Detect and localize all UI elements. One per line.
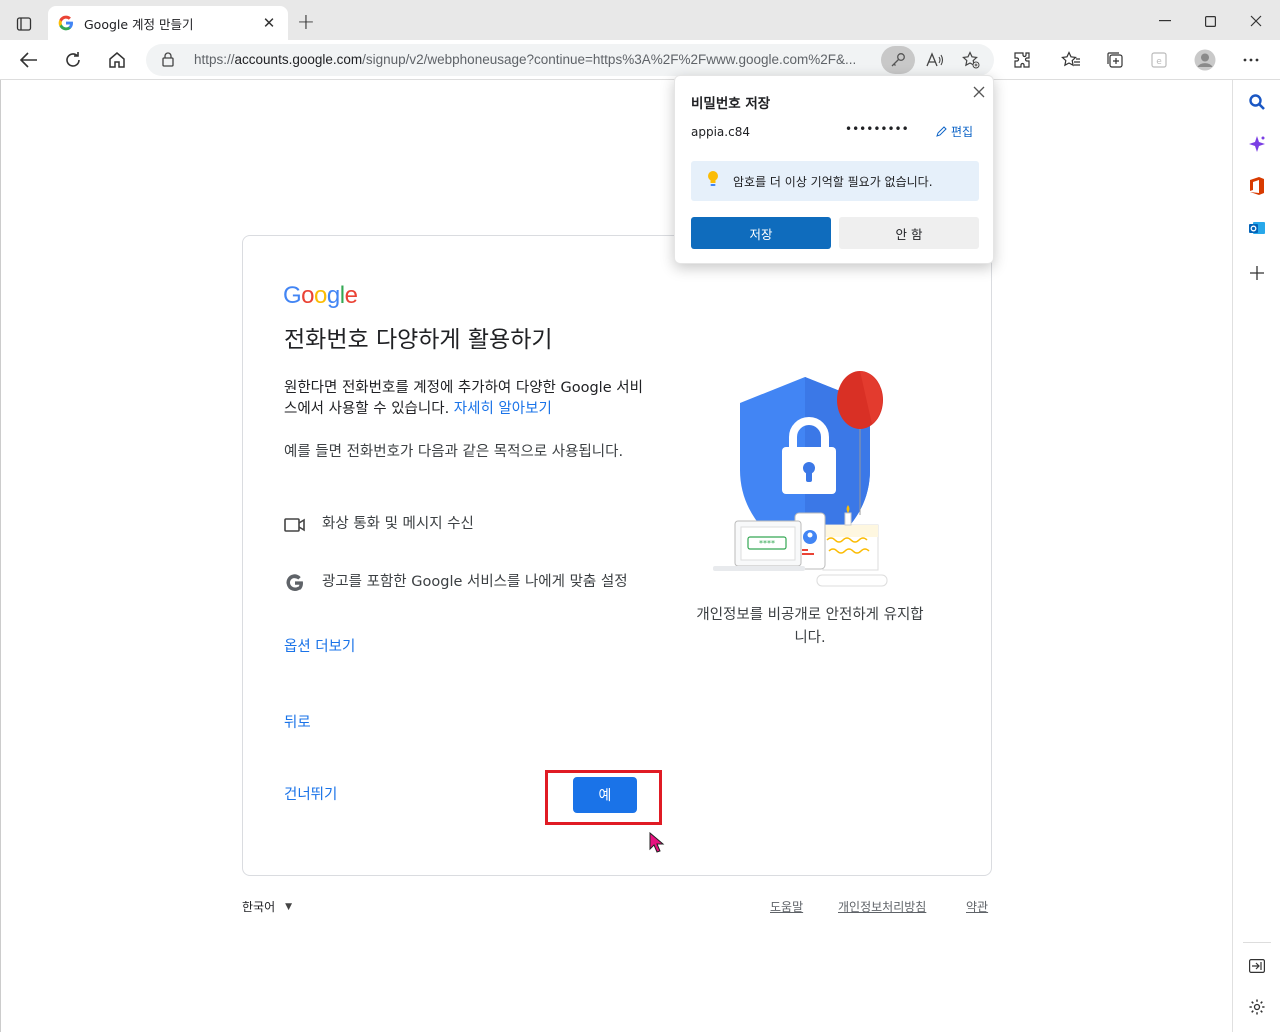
lightbulb-icon xyxy=(707,170,719,192)
never-save-button[interactable]: 안 함 xyxy=(839,217,979,249)
feature-label: 광고를 포함한 Google 서비스를 나에게 맞춤 설정 xyxy=(322,574,628,590)
ie-mode-icon[interactable]: e xyxy=(1145,46,1173,74)
video-camera-icon xyxy=(284,514,306,536)
more-options-link[interactable]: 옵션 더보기 xyxy=(284,635,355,656)
google-favicon-icon xyxy=(58,15,73,31)
extensions-icon[interactable] xyxy=(1008,46,1036,74)
illustration-code: **** xyxy=(759,539,775,548)
google-g-icon xyxy=(284,572,306,594)
help-link[interactable]: 도움말 xyxy=(770,898,803,915)
privacy-link[interactable]: 개인정보처리방침 xyxy=(838,898,926,915)
popup-title: 비밀번호 저장 xyxy=(691,96,771,112)
privacy-shield-illustration: **** xyxy=(713,371,888,587)
hide-sidebar-icon[interactable] xyxy=(1245,954,1269,978)
add-sidebar-icon[interactable] xyxy=(1245,261,1269,285)
dropdown-caret-icon: ▼ xyxy=(285,901,293,912)
copilot-sparkle-icon[interactable] xyxy=(1245,132,1269,156)
minimize-icon[interactable] xyxy=(1150,8,1180,34)
window-close-icon[interactable] xyxy=(1241,8,1271,34)
popup-edit-link[interactable]: 편집 xyxy=(935,123,973,140)
edge-sidebar xyxy=(1232,80,1280,1032)
terms-link[interactable]: 약관 xyxy=(966,898,988,915)
browser-tab[interactable]: Google 계정 만들기 ✕ xyxy=(48,6,288,40)
learn-more-link[interactable]: 자세히 알아보기 xyxy=(454,401,552,417)
profile-avatar-icon[interactable] xyxy=(1191,46,1219,74)
sidebar-divider xyxy=(1243,942,1271,943)
page-edge xyxy=(0,80,1,1032)
address-bar[interactable]: https://accounts.google.com/signup/v2/we… xyxy=(146,44,994,76)
feature-label: 화상 통화 및 메시지 수신 xyxy=(322,516,474,532)
back-link[interactable]: 뒤로 xyxy=(284,711,311,732)
popup-info-banner: 암호를 더 이상 기억할 필요가 없습니다. xyxy=(691,161,979,201)
skip-link[interactable]: 건너뛰기 xyxy=(284,783,337,804)
page-title: 전화번호 다양하게 활용하기 xyxy=(284,327,553,353)
home-icon[interactable] xyxy=(103,46,131,74)
collections-icon[interactable] xyxy=(1101,46,1129,74)
browser-toolbar: https://accounts.google.com/signup/v2/we… xyxy=(0,40,1280,80)
intro-text: 원한다면 전화번호를 계정에 추가하여 다양한 Google 서비스에서 사용할… xyxy=(284,380,643,417)
add-favorite-icon[interactable] xyxy=(959,48,983,72)
feature-video-call: 화상 통화 및 메시지 수신 xyxy=(284,514,637,536)
password-key-icon[interactable] xyxy=(881,46,915,74)
google-logo: Google xyxy=(283,282,358,309)
illustration-caption: 개인정보를 비공개로 안전하게 유지합니다. xyxy=(696,607,924,646)
tab-close-icon[interactable]: ✕ xyxy=(260,14,278,32)
back-arrow-icon[interactable] xyxy=(15,46,43,74)
search-icon[interactable] xyxy=(1245,90,1269,114)
settings-gear-icon[interactable] xyxy=(1245,995,1269,1019)
mouse-cursor-icon xyxy=(649,832,665,853)
language-label: 한국어 xyxy=(242,900,276,914)
refresh-icon[interactable] xyxy=(59,46,87,74)
tab-actions-icon[interactable] xyxy=(10,10,38,38)
pencil-icon xyxy=(936,125,947,137)
language-selector[interactable]: 한국어 ▼ xyxy=(242,898,292,915)
url-text[interactable]: https://accounts.google.com/signup/v2/we… xyxy=(194,52,884,67)
tab-strip: Google 계정 만들기 ✕ + xyxy=(0,0,1280,40)
popup-password-mask: ••••••••• xyxy=(845,122,909,136)
tab-title: Google 계정 만들기 xyxy=(84,16,194,32)
save-password-button[interactable]: 저장 xyxy=(691,217,831,249)
maximize-icon[interactable] xyxy=(1195,8,1225,34)
outlook-icon[interactable] xyxy=(1245,216,1269,240)
popup-info-text: 암호를 더 이상 기억할 필요가 없습니다. xyxy=(733,174,933,189)
lock-icon[interactable] xyxy=(162,52,174,71)
popup-close-icon[interactable] xyxy=(969,82,989,102)
svg-text:e: e xyxy=(1156,57,1162,67)
more-menu-icon[interactable] xyxy=(1237,46,1265,74)
office-icon[interactable] xyxy=(1245,174,1269,198)
new-tab-icon[interactable]: + xyxy=(296,10,316,35)
read-aloud-icon[interactable] xyxy=(923,48,947,72)
yes-button[interactable]: 예 xyxy=(573,777,637,813)
example-text: 예를 들면 전화번호가 다음과 같은 목적으로 사용됩니다. xyxy=(284,444,624,460)
favorites-icon[interactable] xyxy=(1057,46,1085,74)
save-password-popup: 비밀번호 저장 appia.c84 ••••••••• 편집 암호를 더 이상 … xyxy=(674,75,994,264)
feature-personalize: 광고를 포함한 Google 서비스를 나에게 맞춤 설정 xyxy=(284,572,637,594)
popup-username: appia.c84 xyxy=(691,125,750,139)
